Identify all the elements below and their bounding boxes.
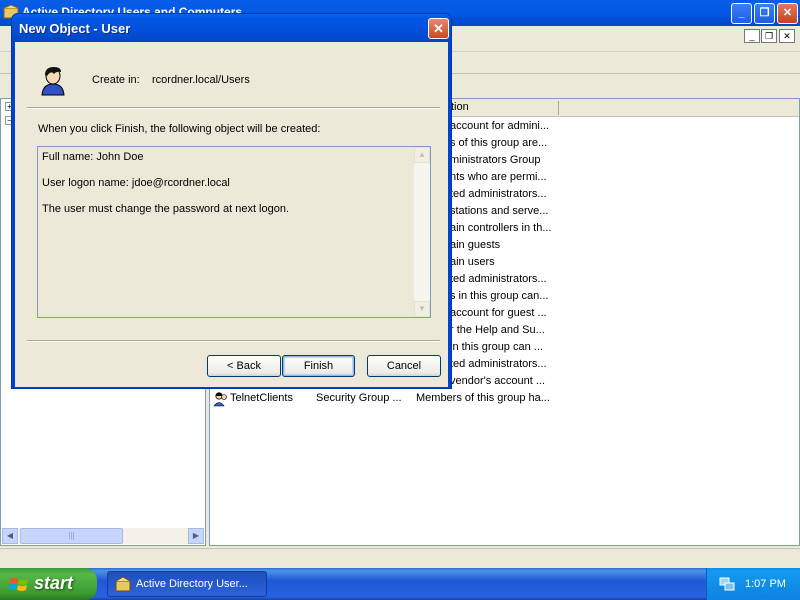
cancel-button[interactable]: Cancel [367, 355, 441, 377]
back-button[interactable]: < Back [207, 355, 281, 377]
dialog-body: Create in: rcordner.local/Users When you… [15, 42, 448, 387]
column-header-description[interactable]: tion [451, 101, 469, 113]
tree-horizontal-scrollbar[interactable]: ◀ ||| ▶ [2, 528, 204, 544]
taskbar: start Active Directory User... 1:07 PM [0, 568, 800, 600]
item-description: account for guest ... [450, 307, 547, 319]
dialog-close-button[interactable]: ✕ [428, 18, 449, 39]
list-item[interactable]: TelnetClients Security Group ... Members… [210, 391, 799, 408]
status-bar [0, 548, 800, 568]
summary-password-note: The user must change the password at nex… [42, 203, 290, 215]
item-description: nts who are permi... [450, 171, 547, 183]
clock[interactable]: 1:07 PM [745, 578, 786, 590]
item-description: in this group can ... [450, 341, 543, 353]
mdi-restore-button[interactable]: ❐ [761, 29, 777, 43]
item-description: ted administrators... [450, 358, 547, 370]
scroll-thumb[interactable]: ||| [20, 528, 123, 544]
item-description: ain users [450, 256, 495, 268]
close-button[interactable]: ✕ [777, 3, 798, 24]
new-object-user-dialog: New Object - User ✕ Create in: rcordner.… [11, 13, 452, 389]
network-icon[interactable] [719, 576, 735, 592]
item-description: ministrators Group [450, 154, 541, 166]
divider [27, 340, 440, 342]
item-description: stations and serve... [450, 205, 549, 217]
summary-textbox[interactable]: Full name: John Doe User logon name: jdo… [37, 146, 431, 318]
scroll-up-icon[interactable]: ▲ [414, 147, 430, 163]
item-description: ted administrators... [450, 188, 547, 200]
minimize-button[interactable]: _ [731, 3, 752, 24]
finish-button[interactable]: Finish [282, 355, 355, 377]
mdi-close-button[interactable]: ✕ [779, 29, 795, 43]
item-name: TelnetClients [230, 392, 293, 404]
system-tray: 1:07 PM [706, 568, 800, 600]
mdi-minimize-button[interactable]: _ [744, 29, 760, 43]
summary-vertical-scrollbar[interactable]: ▲ ▼ [414, 147, 430, 317]
item-description: Members of this group ha... [416, 392, 550, 404]
ad-users-computers-icon [115, 576, 131, 592]
summary-logon-name: User logon name: jdoe@rcordner.local [42, 177, 230, 189]
dialog-title: New Object - User [19, 21, 131, 36]
user-icon [41, 67, 65, 96]
item-description: account for admini... [450, 120, 550, 132]
item-description: ain controllers in th... [450, 222, 552, 234]
windows-flag-icon [9, 578, 28, 591]
item-description: ted administrators... [450, 273, 547, 285]
start-button[interactable]: start [0, 568, 97, 600]
column-separator[interactable] [558, 101, 559, 115]
users-group-icon [213, 392, 227, 407]
summary-full-name: Full name: John Doe [42, 151, 144, 163]
item-description: ain guests [450, 239, 501, 251]
taskbar-item-ad-users[interactable]: Active Directory User... [107, 571, 267, 597]
maximize-button[interactable]: ❐ [754, 3, 775, 24]
item-type: Security Group ... [316, 392, 402, 404]
dialog-titlebar[interactable]: New Object - User ✕ [12, 14, 451, 42]
create-in-label: Create in: [92, 74, 140, 86]
scroll-left-icon[interactable]: ◀ [2, 528, 18, 544]
item-description: r the Help and Su... [450, 324, 545, 336]
divider [27, 107, 440, 109]
intro-text: When you click Finish, the following obj… [38, 123, 321, 135]
taskbar-item-label: Active Directory User... [136, 578, 248, 590]
item-description: s in this group can... [450, 290, 549, 302]
item-description: s of this group are... [450, 137, 548, 149]
scroll-down-icon[interactable]: ▼ [414, 301, 430, 317]
item-description: vendor's account ... [450, 375, 546, 387]
create-in-path: rcordner.local/Users [152, 74, 250, 86]
start-label: start [34, 573, 74, 593]
scroll-right-icon[interactable]: ▶ [188, 528, 204, 544]
